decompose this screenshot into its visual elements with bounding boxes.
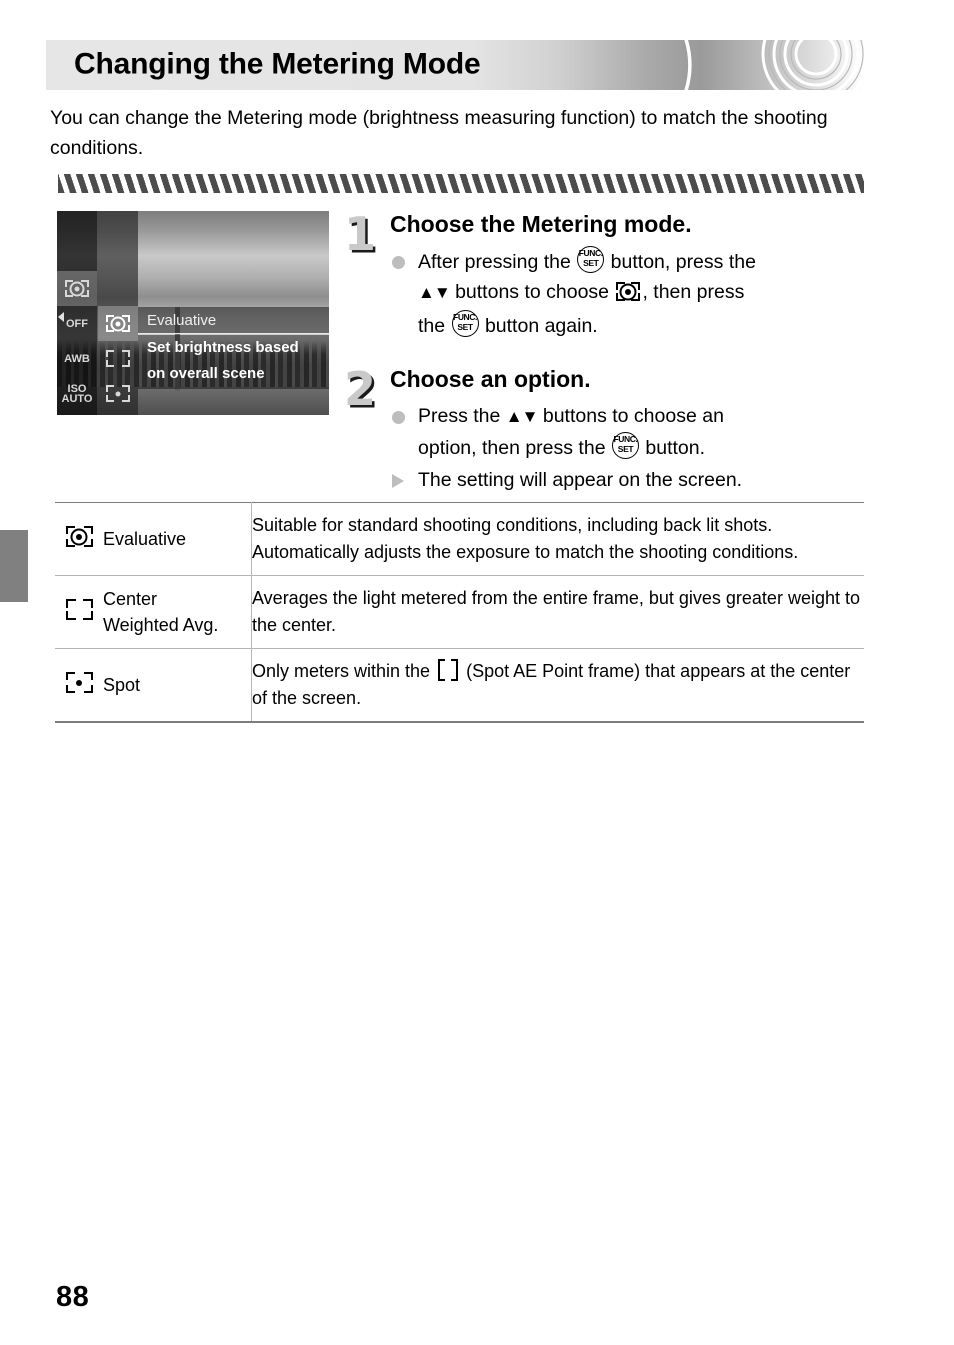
screen-selected-option-label: Evaluative [138,307,329,334]
row-icon-cell [55,576,103,649]
option-name: Center [103,589,158,609]
center-weighted-icon [105,350,130,367]
spot-icon [105,385,130,402]
func-set-button-icon: FUNC. SET [611,432,639,459]
evaluative-icon [105,315,130,332]
step-1-heading: Choose the Metering mode. [390,211,692,237]
bullet-dot-icon [392,411,405,424]
row-name-cell: Evaluative [103,502,252,576]
step-1: 1 Choose the Metering mode. After pressi… [344,208,864,341]
page-header-banner: Changing the Metering Mode [46,40,864,90]
option-icon-spot [98,376,138,411]
flash-off-icon: OFF [66,317,88,330]
func-set-button-icon: FUNC. SET [577,246,605,273]
step-1-text-a: After pressing the [418,251,577,273]
row-description-cell: Averages the light metered from the enti… [252,588,860,635]
table-bottom-rule [55,721,864,723]
center-weighted-average-metering-icon [65,599,93,620]
step-2-heading: Choose an option. [390,366,591,392]
menu-icon-white-balance: AWB [57,341,97,376]
step-1-text-d: , then press [642,281,745,303]
spot-ae-point-frame-icon [438,659,459,681]
func-label: FUNC. [578,248,603,258]
intro-paragraph: You can change the Metering mode (bright… [50,107,828,159]
func-menu-options-column [97,211,138,415]
row-description-cell: Suitable for standard shooting condition… [252,515,799,562]
metering-options-table: Evaluative Suitable for standard shootin… [55,502,864,721]
step-2-bullet-2: The setting will appear on the screen. [390,465,864,495]
func-label: FUNC. [453,312,478,322]
metering-mode-icon [65,280,89,297]
step-1-text-b: button, press the [605,251,756,273]
set-label: SET [617,444,634,454]
step-1-number: 1 [344,207,377,261]
evaluative-metering-icon [616,280,641,310]
row-icon-cell [55,649,103,722]
table-row: Spot Only meters within the (Spot AE Poi… [55,648,865,722]
screen-option-description: Set brightness based on overall scene [138,335,329,389]
step-2-text-e: The setting will appear on the screen. [418,469,743,491]
screen-description-line-1: Set brightness based [147,339,299,356]
option-name-line2: Weighted Avg. [103,615,219,635]
evaluative-metering-icon [65,526,93,547]
screen-description-line-2: on overall scene [147,365,265,382]
table-row: Evaluative Suitable for standard shootin… [55,502,864,576]
option-name: Evaluative [103,529,187,549]
spot-metering-icon [65,672,93,693]
step-2-text-c: option, then press the [418,437,611,459]
white-balance-auto-icon: AWB [64,352,90,365]
row-name-cell: Spot [103,648,252,721]
menu-icon-metering-mode [57,271,97,306]
option-name: Spot [103,675,141,695]
result-triangle-icon [392,474,404,488]
step-2-bullet-1: Press the ▲▼ buttons to choose an option… [390,401,864,463]
step-1-body: After pressing the FUNC. SET button, pres… [390,246,864,341]
banner-arc-decoration [684,40,864,90]
page-title: Changing the Metering Mode [74,47,481,81]
up-down-buttons-icon: ▲▼ [505,407,539,426]
set-label: SET [583,258,599,268]
option-icon-evaluative [97,306,138,341]
left-arrow-icon [58,312,64,322]
step-2-text-b: buttons to choose an [537,405,724,427]
row-description-cell: Only meters within the (Spot AE Point fr… [252,649,865,722]
step-2-text-a: Press the [418,405,506,427]
up-down-buttons-icon: ▲▼ [418,283,451,302]
camera-screen-illustration: OFF AWB ISO AUTO Evaluative Set brightne… [57,211,329,415]
row-name-cell: Center Weighted Avg. [103,575,252,649]
func-set-button-icon: FUNC. SET [451,310,479,337]
menu-icon-iso: ISO AUTO [57,376,97,411]
step-1-text-c: buttons to choose [449,281,615,303]
spot-desc-before: Only meters within the [252,661,436,681]
chapter-side-tab [0,530,28,602]
step-1-text-f: button again. [479,315,598,337]
table-row: Center Weighted Avg. Averages the light … [55,575,864,649]
row-icon-cell [55,503,103,576]
instruction-steps: 1 Choose the Metering mode. After pressi… [344,208,864,511]
hatched-divider [58,174,864,193]
iso-auto-icon: ISO AUTO [61,382,93,405]
page-number: 88 [56,1281,90,1313]
step-1-text-e: the [418,315,451,337]
step-2-text-d: button. [639,437,706,459]
step-2-body: Press the ▲▼ buttons to choose an option… [390,401,864,495]
set-label: SET [457,322,473,332]
step-2-number: 2 [344,362,377,416]
bullet-dot-icon [392,256,405,269]
step-2: 2 Choose an option. Press the ▲▼ buttons… [344,363,864,495]
step-1-bullet: After pressing the FUNC. SET button, pres… [390,246,864,341]
func-label: FUNC. [613,434,638,444]
option-icon-center-weighted [98,341,138,376]
